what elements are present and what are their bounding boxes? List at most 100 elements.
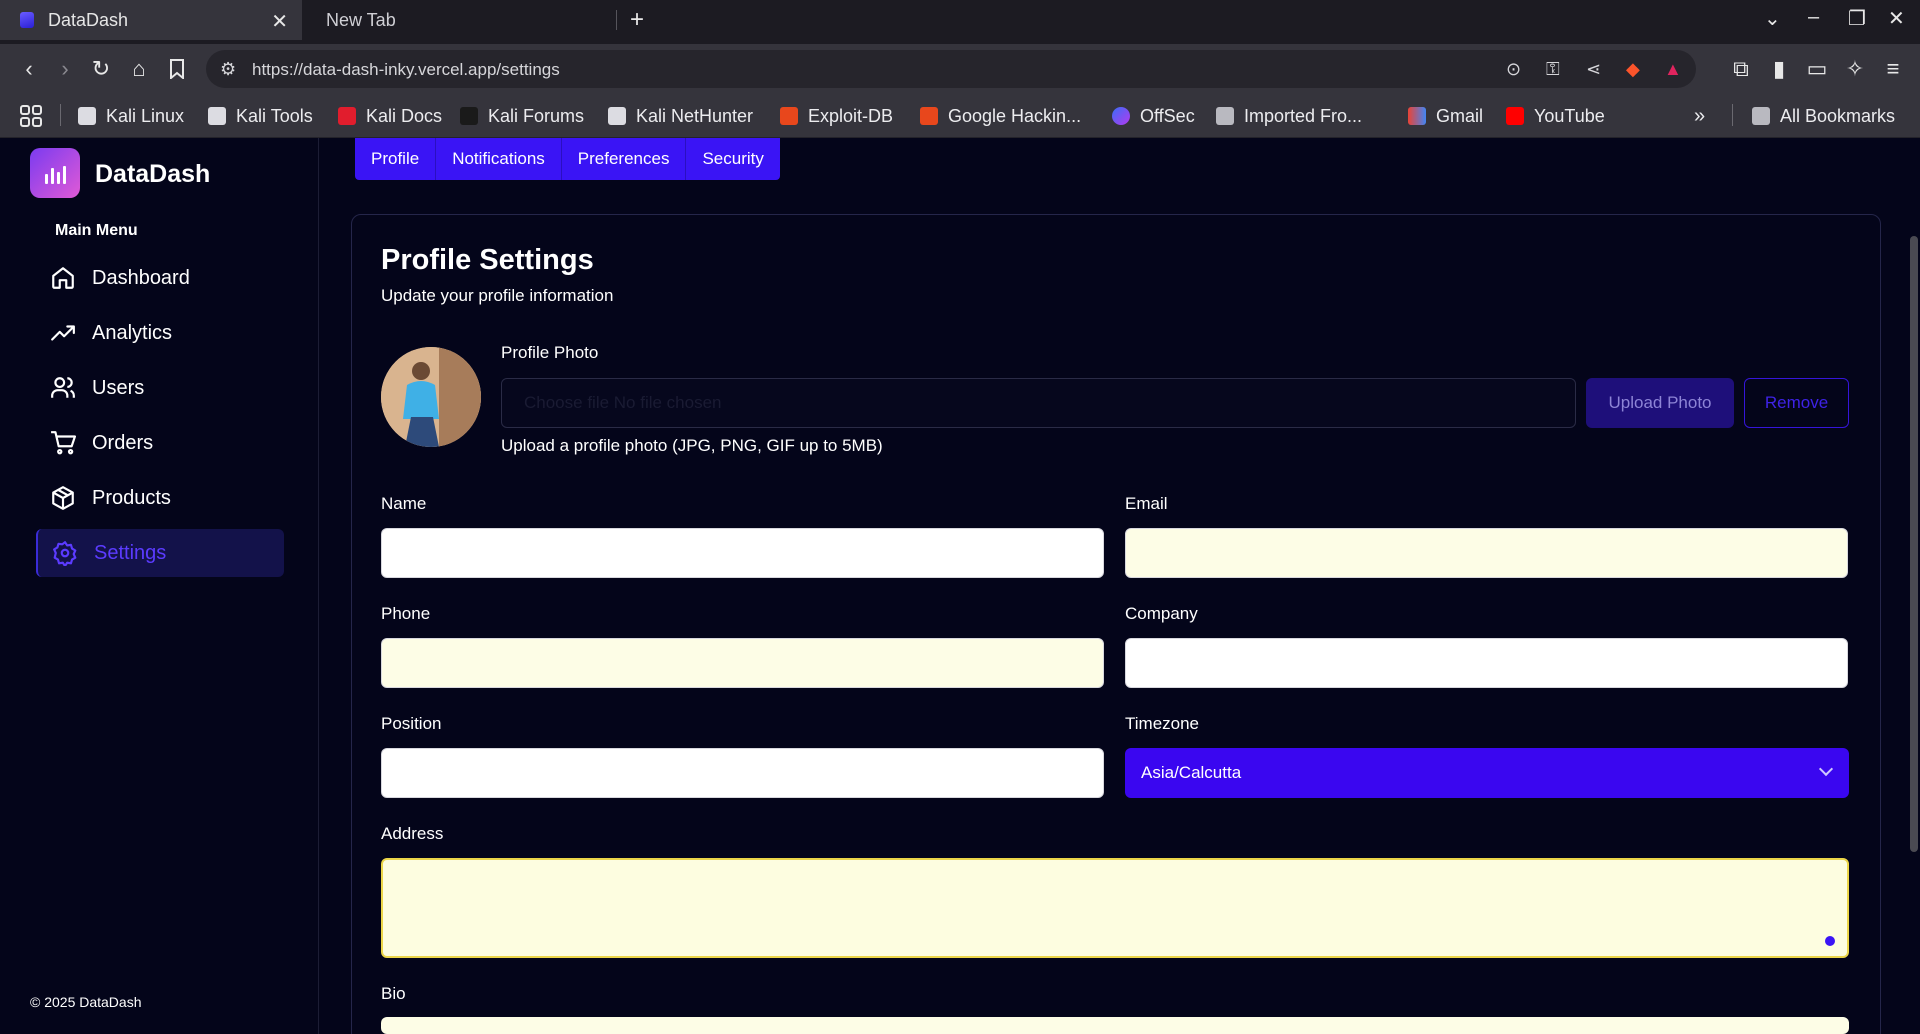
upload-photo-button[interactable]: Upload Photo: [1586, 378, 1734, 428]
bookmark-google-hacking[interactable]: Google Hackin...: [920, 102, 1081, 130]
kali-dragon-icon: [208, 107, 226, 125]
position-field[interactable]: [381, 748, 1104, 798]
gmail-icon: [1408, 107, 1426, 125]
sidebar-item-label: Users: [92, 376, 145, 399]
bookmark-kali-linux[interactable]: Kali Linux: [78, 102, 184, 130]
menu-icon[interactable]: ≡: [1878, 54, 1908, 84]
sidebar-item-products[interactable]: Products: [36, 474, 284, 522]
extensions-icon[interactable]: ⧉: [1726, 54, 1756, 84]
bookmark-label: Exploit-DB: [808, 105, 894, 126]
bookmark-imported-folder[interactable]: Imported Fro...: [1216, 102, 1362, 130]
folder-icon: [1216, 107, 1234, 125]
all-bookmarks-folder[interactable]: All Bookmarks: [1752, 102, 1895, 130]
phone-field[interactable]: [381, 638, 1104, 688]
forward-icon[interactable]: ›: [50, 54, 80, 84]
location-icon[interactable]: ⊙: [1506, 59, 1521, 80]
address-textarea[interactable]: [381, 858, 1849, 958]
sidebar-item-settings[interactable]: Settings: [36, 529, 284, 577]
minimize-icon[interactable]: –: [1808, 6, 1819, 29]
share-icon[interactable]: ⋖: [1586, 59, 1601, 80]
cart-icon: [51, 431, 76, 455]
key-icon[interactable]: ⚿: [1546, 59, 1560, 80]
users-icon: [51, 377, 75, 398]
timezone-select[interactable]: Asia/Calcutta: [1125, 748, 1849, 798]
brave-rewards-icon[interactable]: ▲: [1664, 59, 1682, 80]
photo-file-input[interactable]: Choose file No file chosen: [501, 378, 1576, 428]
close-window-icon[interactable]: ✕: [1888, 6, 1905, 31]
bookmark-youtube[interactable]: YouTube: [1506, 102, 1605, 130]
sidebar-item-users[interactable]: Users: [36, 364, 284, 412]
bio-label: Bio: [381, 984, 406, 1003]
sidebar-item-analytics[interactable]: Analytics: [36, 309, 284, 357]
bio-textarea[interactable]: [381, 1017, 1849, 1034]
back-icon[interactable]: ‹: [14, 54, 44, 84]
bookmark-exploit-db[interactable]: Exploit-DB: [780, 102, 893, 130]
gear-icon: [53, 541, 77, 566]
more-bookmarks-chevron-icon[interactable]: »: [1694, 102, 1705, 130]
home-icon: [52, 267, 74, 289]
sidebar-item-label: Products: [92, 486, 171, 509]
tab-list-chevron-icon[interactable]: ⌄: [1764, 6, 1781, 31]
sidebar-toggle-icon[interactable]: ▮: [1764, 54, 1794, 84]
browser-tab-new[interactable]: New Tab: [310, 0, 616, 40]
profile-photo-image: [381, 347, 481, 447]
brave-shield-icon[interactable]: ◆: [1626, 59, 1640, 80]
bookmarks-divider: [1732, 104, 1733, 126]
bookmark-icon[interactable]: [162, 54, 192, 84]
resize-handle-dot[interactable]: [1825, 936, 1835, 946]
tab-preferences[interactable]: Preferences: [562, 138, 687, 180]
bookmark-kali-forums[interactable]: Kali Forums: [460, 102, 584, 130]
bookmark-label: Kali NetHunter: [636, 105, 754, 126]
offsec-icon: [1112, 107, 1130, 125]
email-field[interactable]: [1125, 528, 1848, 578]
bookmark-label: Kali Forums: [488, 105, 585, 126]
home-icon[interactable]: ⌂: [124, 54, 154, 84]
tab-notifications[interactable]: Notifications: [436, 138, 562, 180]
browser-tab-active[interactable]: DataDash ✕: [0, 0, 302, 40]
menu-section-title: Main Menu: [55, 222, 138, 239]
leo-ai-icon[interactable]: ✧: [1840, 54, 1870, 84]
avatar: [381, 347, 481, 447]
address-label: Address: [381, 824, 444, 843]
bookmark-gmail[interactable]: Gmail: [1408, 102, 1483, 130]
page-scrollbar[interactable]: [1910, 236, 1918, 852]
close-tab-icon[interactable]: ✕: [271, 9, 288, 34]
youtube-icon: [1506, 107, 1524, 125]
wallet-icon[interactable]: ▭: [1802, 54, 1832, 84]
name-field[interactable]: [381, 528, 1104, 578]
box-icon: [52, 486, 74, 510]
brand-name[interactable]: DataDash: [95, 160, 210, 189]
phone-label: Phone: [381, 604, 431, 623]
bookmark-kali-nethunter[interactable]: Kali NetHunter: [608, 102, 753, 130]
sidebar-item-label: Orders: [92, 431, 154, 454]
bookmark-kali-tools[interactable]: Kali Tools: [208, 102, 313, 130]
kali-dragon-icon: [78, 107, 96, 125]
page-subtitle: Update your profile information: [381, 286, 614, 305]
reload-icon[interactable]: ↻: [86, 54, 116, 84]
tab-profile[interactable]: Profile: [355, 138, 437, 180]
restore-icon[interactable]: ❐: [1848, 6, 1866, 31]
address-bar[interactable]: ⚙ https://data-dash-inky.vercel.app/sett…: [206, 50, 1696, 88]
remove-photo-button[interactable]: Remove: [1744, 378, 1849, 428]
kali-dragon-icon: [608, 107, 626, 125]
bookmark-kali-docs[interactable]: Kali Docs: [338, 102, 442, 130]
trend-icon: [51, 325, 75, 341]
bookmarks-bar: Kali Linux Kali Tools Kali Docs Kali For…: [0, 94, 1920, 138]
apps-grid-icon[interactable]: [20, 102, 42, 130]
sidebar-item-dashboard[interactable]: Dashboard: [36, 254, 284, 302]
bookmark-label: Kali Linux: [106, 105, 185, 126]
new-tab-icon[interactable]: +: [630, 6, 644, 34]
sidebar-footer: © 2025 DataDash: [30, 994, 142, 1010]
bookmarks-divider: [60, 104, 61, 126]
app-logo-icon[interactable]: [30, 148, 80, 198]
tab-security[interactable]: Security: [686, 138, 779, 180]
company-field[interactable]: [1125, 638, 1848, 688]
site-settings-icon[interactable]: ⚙: [220, 59, 236, 80]
sidebar-item-label: Settings: [94, 541, 167, 564]
url-text[interactable]: https://data-dash-inky.vercel.app/settin…: [252, 60, 560, 80]
tab-title: DataDash: [48, 9, 129, 30]
bookmark-offsec[interactable]: OffSec: [1112, 102, 1195, 130]
folder-icon: [1752, 107, 1770, 125]
sidebar-item-orders[interactable]: Orders: [36, 419, 284, 467]
browser-toolbar: ‹ › ↻ ⌂ ⚙ https://data-dash-inky.vercel.…: [0, 44, 1920, 94]
